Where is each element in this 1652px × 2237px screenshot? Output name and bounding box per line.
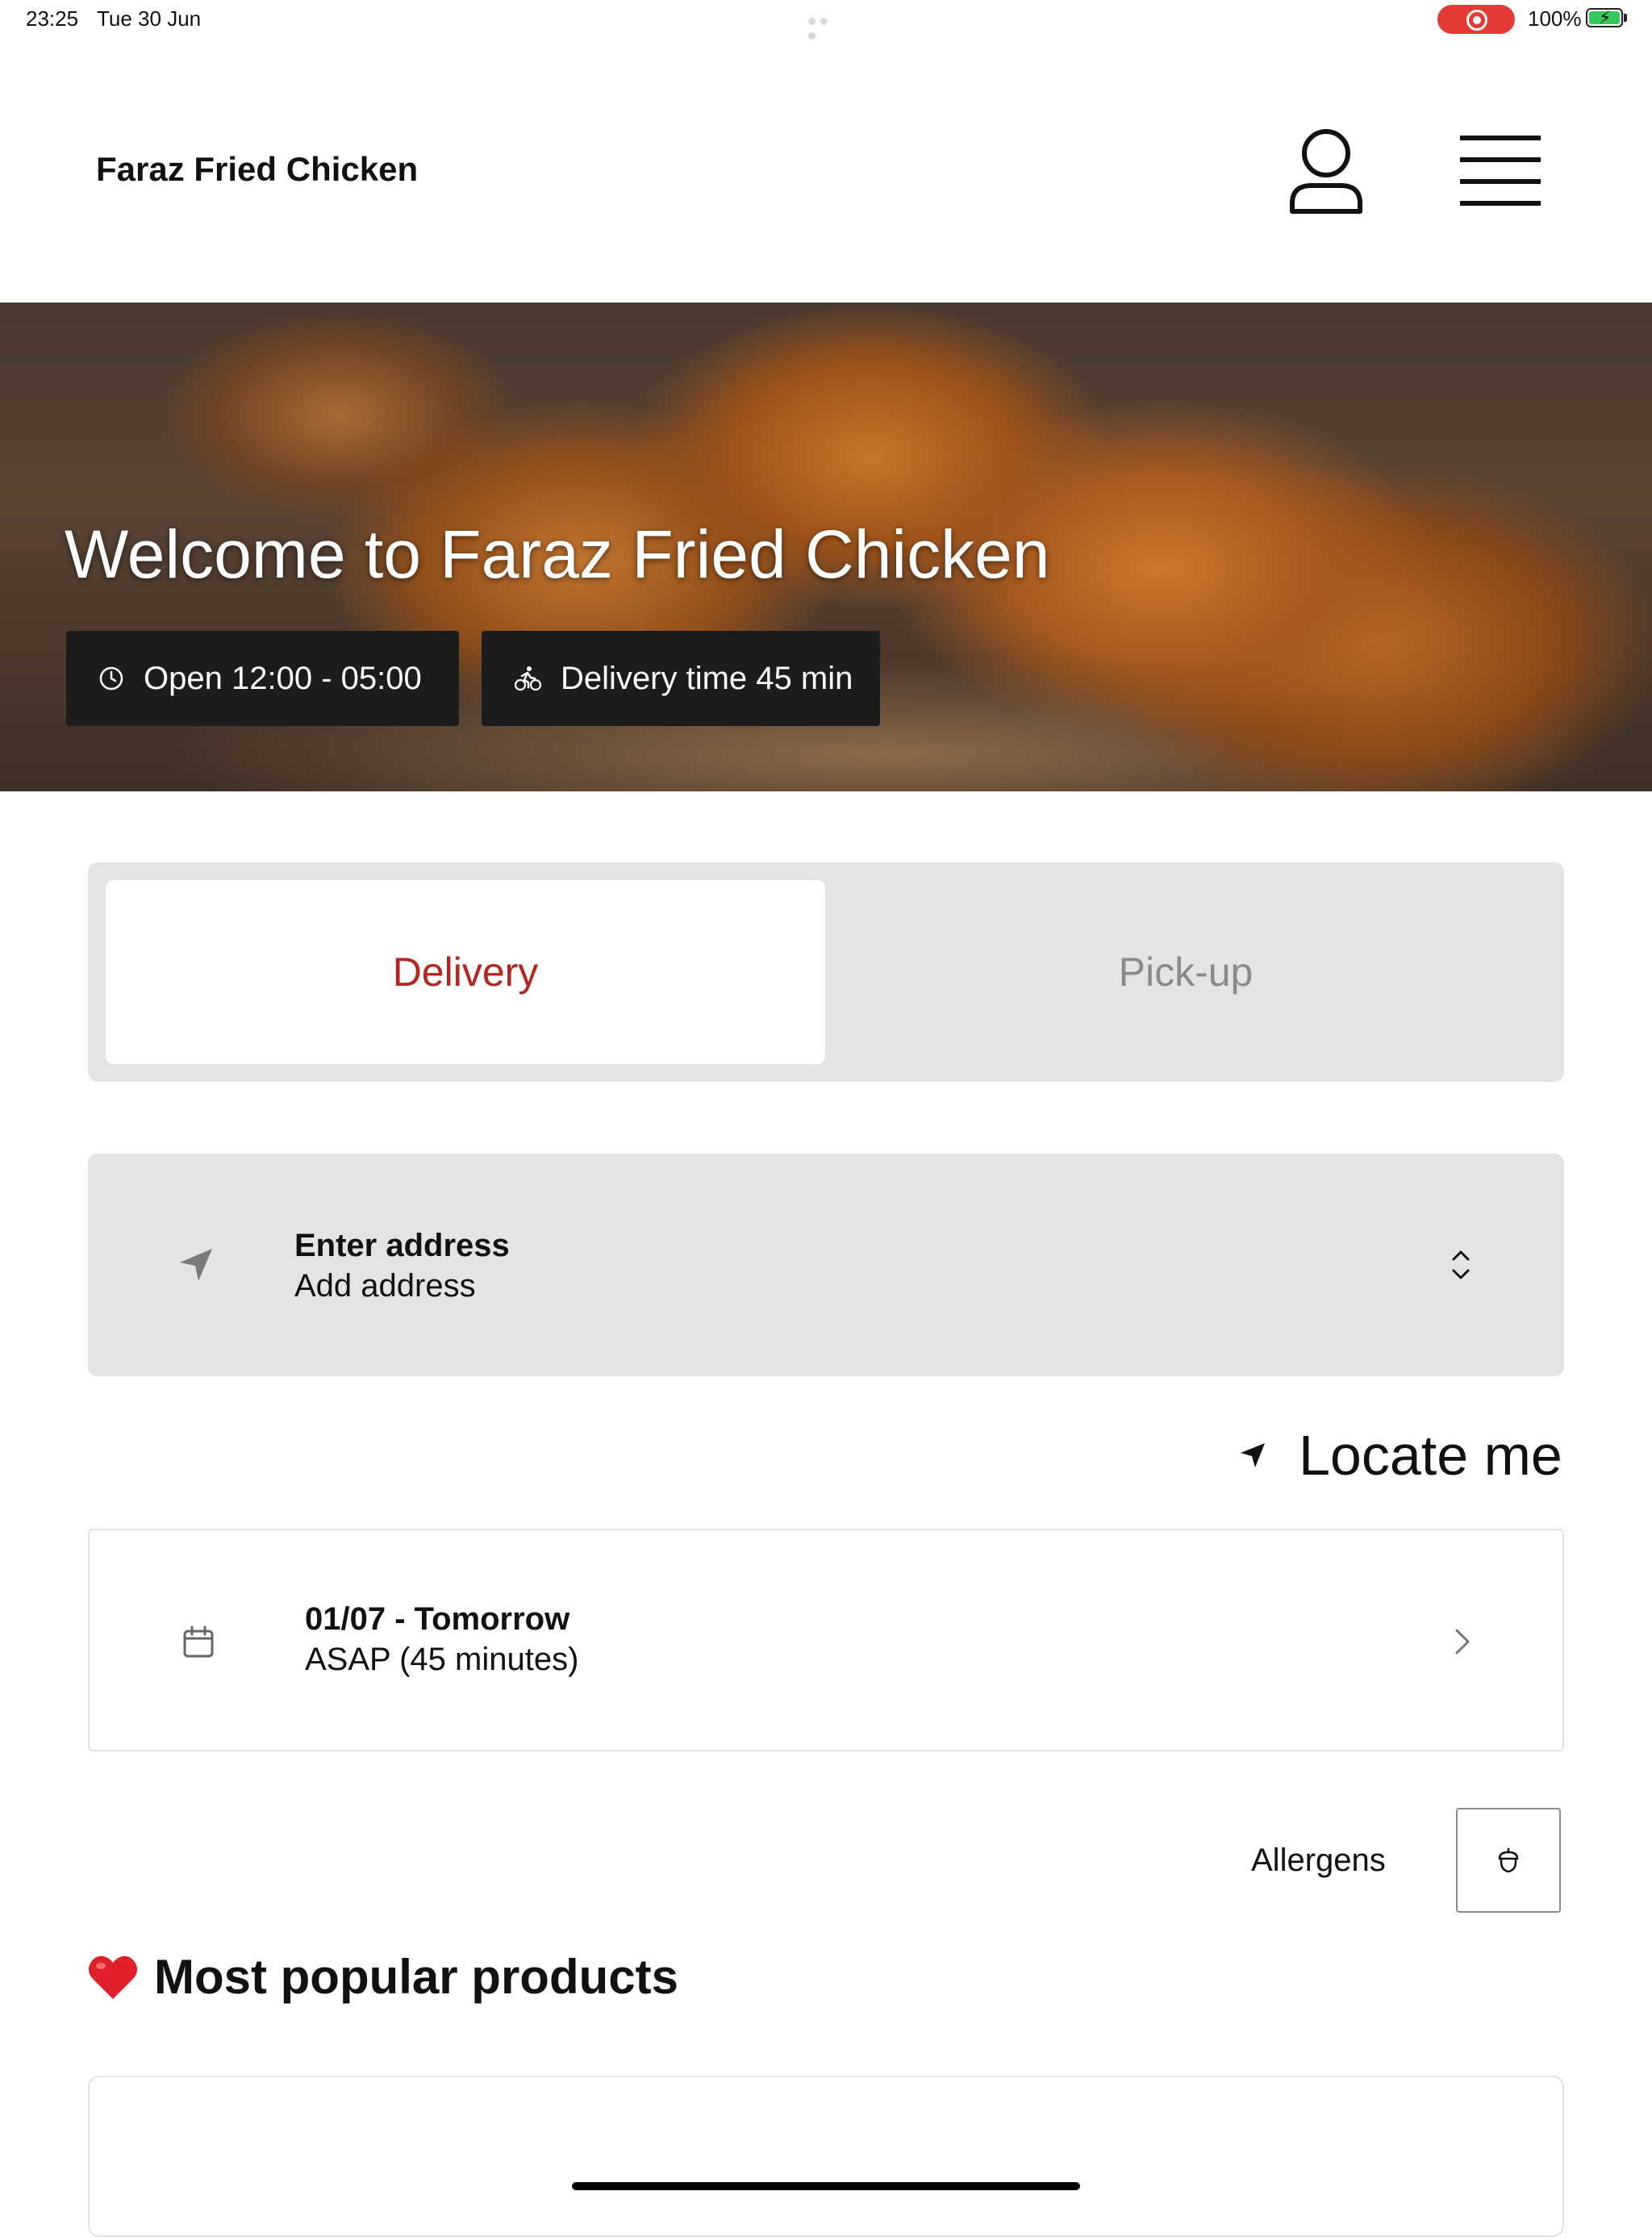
- status-bar: 23:25 Tue 30 Jun 100% ⚡: [0, 0, 1652, 40]
- battery-percentage: 100%: [1528, 6, 1582, 31]
- calendar-icon: [181, 1626, 215, 1663]
- delivery-time-badge: Delivery time 45 min: [482, 631, 880, 726]
- screen-recording-icon[interactable]: [1437, 5, 1515, 34]
- cyclist-icon: [514, 666, 541, 691]
- delivery-schedule-selector[interactable]: 01/07 - Tomorrow ASAP (45 minutes): [88, 1529, 1564, 1751]
- multitasking-dots-icon[interactable]: [808, 15, 844, 40]
- product-card[interactable]: [88, 2076, 1564, 2237]
- hero-banner: Welcome to Faraz Fried Chicken Open 12:0…: [0, 303, 1652, 791]
- hero-title: Welcome to Faraz Fried Chicken: [65, 516, 1050, 592]
- locate-me-label: Locate me: [1299, 1424, 1562, 1487]
- schedule-time: ASAP (45 minutes): [305, 1642, 579, 1677]
- battery-tip: [1624, 14, 1627, 22]
- address-title: Enter address: [294, 1228, 510, 1263]
- home-indicator[interactable]: [572, 2182, 1080, 2190]
- battery-icon: ⚡: [1586, 8, 1623, 27]
- locate-me-button[interactable]: Locate me: [1239, 1421, 1562, 1489]
- address-selector[interactable]: Enter address Add address: [88, 1154, 1564, 1376]
- section-title-popular: Most popular products: [88, 1949, 678, 2005]
- popular-title: Most popular products: [154, 1950, 678, 2004]
- allergens-label: Allergens: [1251, 1843, 1386, 1878]
- allergens-button[interactable]: [1456, 1808, 1561, 1913]
- tab-delivery[interactable]: Delivery: [106, 880, 825, 1064]
- status-time: 23:25: [26, 6, 79, 31]
- clock-icon: [99, 666, 123, 691]
- location-arrow-icon: [178, 1247, 214, 1287]
- location-arrow-icon: [1241, 1443, 1265, 1467]
- schedule-date: 01/07 - Tomorrow: [305, 1601, 570, 1637]
- address-placeholder: Add address: [294, 1268, 476, 1304]
- status-date: Tue 30 Jun: [97, 6, 202, 31]
- opening-hours-badge: Open 12:00 - 05:00: [66, 631, 459, 726]
- opening-hours-text: Open 12:00 - 05:00: [144, 660, 422, 696]
- chevron-up-down-icon[interactable]: [1443, 1246, 1479, 1288]
- acorn-icon: [1498, 1847, 1519, 1873]
- order-mode-toggle: Delivery Pick-up: [88, 862, 1564, 1082]
- tab-pickup[interactable]: Pick-up: [825, 880, 1546, 1064]
- chevron-right-icon: [1445, 1626, 1477, 1662]
- brand-name[interactable]: Faraz Fried Chicken: [96, 150, 418, 189]
- user-icon[interactable]: [1287, 126, 1365, 216]
- heart-icon: [88, 1955, 138, 1999]
- delivery-time-text: Delivery time 45 min: [561, 660, 853, 696]
- hamburger-menu-icon[interactable]: [1460, 136, 1541, 207]
